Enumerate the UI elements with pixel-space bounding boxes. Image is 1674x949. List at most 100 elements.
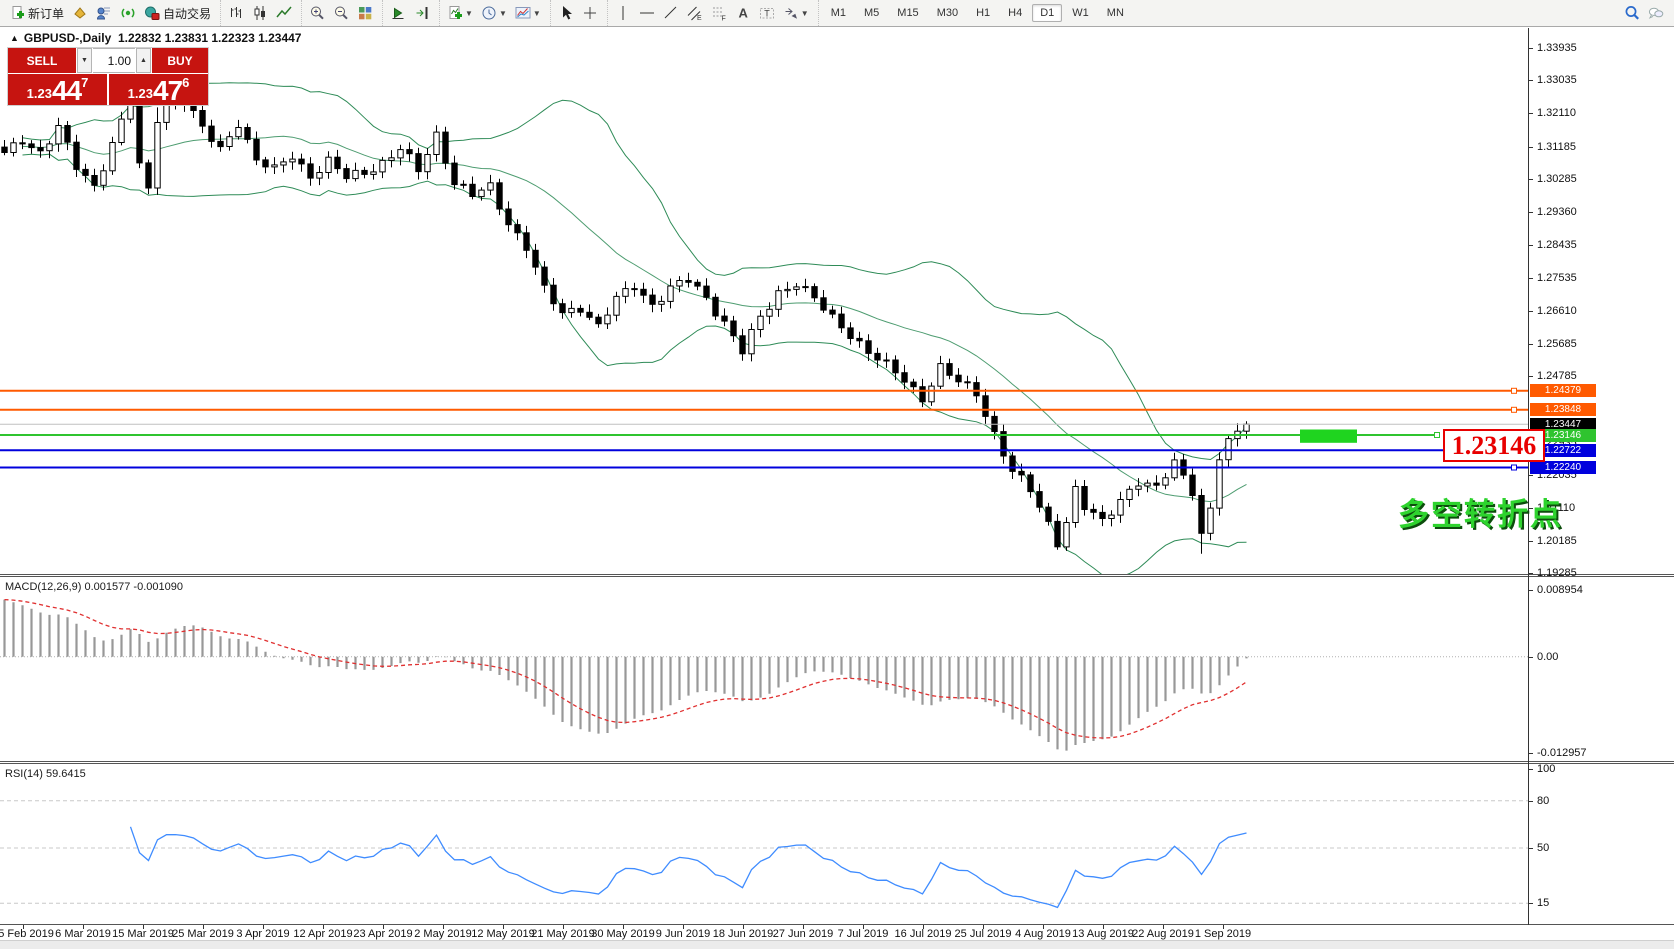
zoom-out-button[interactable]: [329, 1, 353, 25]
timeframe-h4[interactable]: H4: [1000, 4, 1030, 22]
buy-button[interactable]: BUY: [152, 48, 208, 73]
level-handle[interactable]: [1512, 388, 1517, 393]
axis-tick: [1528, 590, 1533, 591]
buy-price[interactable]: 1.23 47 6: [109, 74, 208, 105]
fibonacci-button[interactable]: F: [707, 1, 731, 25]
equidistant-channel-button[interactable]: E: [683, 1, 707, 25]
line-chart-button[interactable]: [272, 1, 296, 25]
signals-button[interactable]: [116, 1, 140, 25]
chat-button[interactable]: [1644, 1, 1668, 25]
toolbar-right-icons: [1620, 1, 1668, 25]
candles[interactable]: [2, 102, 1249, 547]
new-order-button[interactable]: 新订单: [5, 1, 68, 25]
tile-windows-button[interactable]: [353, 1, 377, 25]
trendline-icon: [663, 5, 679, 21]
timeframe-m30[interactable]: M30: [929, 4, 966, 22]
rsi-line: [131, 827, 1247, 908]
axis-tick-label: 1.20185: [1537, 535, 1577, 547]
volume-down-button[interactable]: ▼: [77, 48, 92, 73]
toolbar-button-label: 新订单: [28, 5, 64, 22]
sell-button[interactable]: SELL: [8, 48, 76, 73]
profiles-button[interactable]: [68, 1, 92, 25]
price-chart-svg[interactable]: [0, 28, 1528, 574]
date-label: 12 Apr 2019: [293, 928, 352, 940]
chart-shift-icon: [414, 5, 430, 21]
main-price-chart[interactable]: [0, 28, 1528, 579]
chevron-down-icon[interactable]: ▼: [465, 9, 473, 18]
sell-price-prefix: 1.23: [27, 86, 52, 101]
trendline-button[interactable]: [659, 1, 683, 25]
timeframe-m15[interactable]: M15: [889, 4, 926, 22]
chevron-down-icon[interactable]: ▼: [499, 9, 507, 18]
rsi-svg[interactable]: [0, 764, 1528, 924]
crosshair-button[interactable]: [578, 1, 602, 25]
timeframe-d1[interactable]: D1: [1032, 4, 1062, 22]
turning-point-annotation[interactable]: 多空转折点: [1398, 489, 1563, 534]
axis-tick: [1528, 113, 1533, 114]
chevron-down-icon[interactable]: ▼: [533, 9, 541, 18]
axis-tick: [1528, 475, 1533, 476]
timeframe-m5[interactable]: M5: [856, 4, 887, 22]
timeframe-w1[interactable]: W1: [1064, 4, 1097, 22]
timeframe-mn[interactable]: MN: [1099, 4, 1132, 22]
cursor-button[interactable]: [554, 1, 578, 25]
highlight-rectangle[interactable]: [1300, 430, 1357, 443]
level-handle[interactable]: [1512, 407, 1517, 412]
indicators-button[interactable]: ▼: [443, 1, 477, 25]
market-watch-button[interactable]: [92, 1, 116, 25]
sell-price[interactable]: 1.23 44 7: [8, 74, 107, 105]
macd-svg[interactable]: [0, 577, 1528, 761]
axis-tick: [1528, 344, 1533, 345]
level-handle[interactable]: [1512, 465, 1517, 470]
date-label: 13 Aug 2019: [1072, 928, 1134, 940]
timeframe-m1[interactable]: M1: [823, 4, 854, 22]
chevron-down-icon[interactable]: ▼: [801, 9, 809, 18]
bar-chart-button[interactable]: [224, 1, 248, 25]
timeframe-h1[interactable]: H1: [968, 4, 998, 22]
axis-tick: [1528, 376, 1533, 377]
autotrading-button[interactable]: 自动交易: [140, 1, 215, 25]
axis-tick-label: 100: [1537, 763, 1555, 775]
price-level-label: 1.24379: [1530, 384, 1596, 397]
line-chart-icon: [276, 5, 292, 21]
arrows-button[interactable]: ▼: [779, 1, 813, 25]
axis-tick-label: 0.00: [1537, 651, 1558, 663]
crosshair-icon: [582, 5, 598, 21]
date-label: 12 May 2019: [471, 928, 535, 940]
axis-tick-label: 1.26610: [1537, 305, 1577, 317]
price-level-callout[interactable]: 1.23146: [1443, 429, 1545, 462]
search-button[interactable]: [1620, 1, 1644, 25]
text-button[interactable]: A: [731, 1, 755, 25]
bollinger-lower-band[interactable]: [23, 154, 1247, 574]
text-label-button[interactable]: T: [755, 1, 779, 25]
date-label: 25 Jul 2019: [955, 928, 1012, 940]
zoom-in-button[interactable]: [305, 1, 329, 25]
macd-histogram: [5, 600, 1247, 751]
auto-scroll-button[interactable]: [386, 1, 410, 25]
candlestick-chart-button[interactable]: [248, 1, 272, 25]
horizontal-line-button[interactable]: [635, 1, 659, 25]
zoom-in-icon: [309, 5, 325, 21]
templates-button[interactable]: ▼: [511, 1, 545, 25]
bollinger-middle-band[interactable]: [23, 136, 1247, 501]
market-watch-icon: [96, 5, 112, 21]
vertical-line-button[interactable]: [611, 1, 635, 25]
axis-tick-label: 1.27535: [1537, 272, 1577, 284]
periods-button[interactable]: ▼: [477, 1, 511, 25]
svg-text:T: T: [764, 9, 770, 19]
rsi-panel[interactable]: [0, 764, 1528, 929]
volume-input[interactable]: 1.00: [93, 48, 135, 73]
status-bar: [0, 940, 1674, 949]
chart-title: ▲GBPUSD-,Daily 1.22832 1.23831 1.22323 1…: [10, 31, 301, 45]
bar-chart-icon: [228, 5, 244, 21]
chart-shift-button[interactable]: [410, 1, 434, 25]
price-level-label: 1.23848: [1530, 403, 1596, 416]
date-label: 25 Mar 2019: [172, 928, 234, 940]
toolbar-group: [550, 0, 605, 26]
mt4-window: 新订单自动交易▼▼▼EFAT▼M1M5M15M30H1H4D1W1MN 1.33…: [0, 0, 1674, 949]
level-handle[interactable]: [1435, 433, 1440, 438]
svg-text:E: E: [697, 15, 702, 21]
quote-panel-collapse-icon[interactable]: ▲: [10, 33, 19, 43]
volume-up-button[interactable]: ▲: [136, 48, 151, 73]
macd-panel[interactable]: [0, 577, 1528, 766]
